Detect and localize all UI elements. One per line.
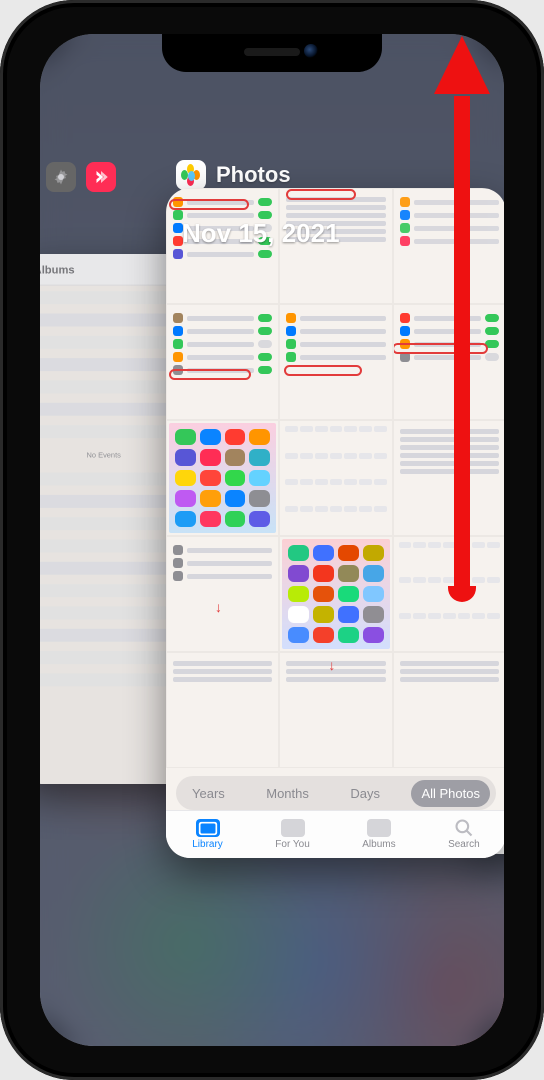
segment-years[interactable]: Years xyxy=(182,780,235,807)
tab-library[interactable]: Library xyxy=(192,819,223,850)
front-camera xyxy=(304,44,318,58)
shortcuts-app-icon xyxy=(86,162,116,192)
photos-date-header: Nov 15, 2021 xyxy=(182,218,340,249)
albums-icon xyxy=(367,819,391,837)
arrow-head-icon xyxy=(434,36,490,94)
photo-thumbnail[interactable] xyxy=(279,536,392,652)
settings-app-icon xyxy=(46,162,76,192)
red-arrow-down-icon: ↓ xyxy=(328,657,335,673)
screen: Photos ‹ Albums No Events xyxy=(40,34,504,1046)
no-events-label: No Events xyxy=(40,451,184,459)
switcher-app-label: Photos xyxy=(216,162,291,188)
segment-months[interactable]: Months xyxy=(256,780,319,807)
photo-thumbnail[interactable] xyxy=(393,652,504,768)
arrow-shaft xyxy=(454,96,470,596)
earpiece-speaker xyxy=(244,48,300,56)
tab-search[interactable]: Search xyxy=(448,819,480,850)
photo-thumbnail[interactable] xyxy=(166,420,279,536)
photo-thumbnail[interactable]: ↓ xyxy=(166,536,279,652)
switcher-app-chip-settings[interactable] xyxy=(46,162,76,192)
annotation-swipe-up-arrow xyxy=(440,36,484,596)
photos-view-segmented-control[interactable]: Years Months Days All Photos xyxy=(176,776,496,810)
tab-for-you[interactable]: For You xyxy=(275,819,309,850)
photos-tab-bar: Library For You Albums Search xyxy=(166,810,504,858)
switcher-app-chip-shortcuts[interactable] xyxy=(86,162,116,192)
iphone-app-switcher-screenshot: { "device": {"model": "iPhone", "corner_… xyxy=(0,0,544,1080)
tab-label: Library xyxy=(192,839,223,850)
for-you-icon xyxy=(281,819,305,837)
tab-label: For You xyxy=(275,839,309,850)
notch xyxy=(162,34,382,72)
tab-label: Search xyxy=(448,839,480,850)
tab-label: Albums xyxy=(362,839,395,850)
phone-frame: Photos ‹ Albums No Events xyxy=(0,0,544,1080)
photos-app-icon xyxy=(176,160,206,190)
library-icon xyxy=(196,819,220,837)
segment-days[interactable]: Days xyxy=(340,780,390,807)
back-label[interactable]: Albums xyxy=(40,263,75,276)
photo-thumbnail[interactable] xyxy=(279,304,392,420)
segment-all-photos[interactable]: All Photos xyxy=(411,780,490,807)
tab-albums[interactable]: Albums xyxy=(362,819,395,850)
photo-thumbnail[interactable]: ↓ xyxy=(279,652,392,768)
red-arrow-down-icon: ↓ xyxy=(215,599,222,615)
photo-thumbnail[interactable] xyxy=(166,304,279,420)
photo-thumbnail[interactable] xyxy=(166,652,279,768)
switcher-app-chip-photos[interactable]: Photos xyxy=(176,160,291,190)
search-icon xyxy=(452,819,476,837)
photo-thumbnail[interactable] xyxy=(279,420,392,536)
